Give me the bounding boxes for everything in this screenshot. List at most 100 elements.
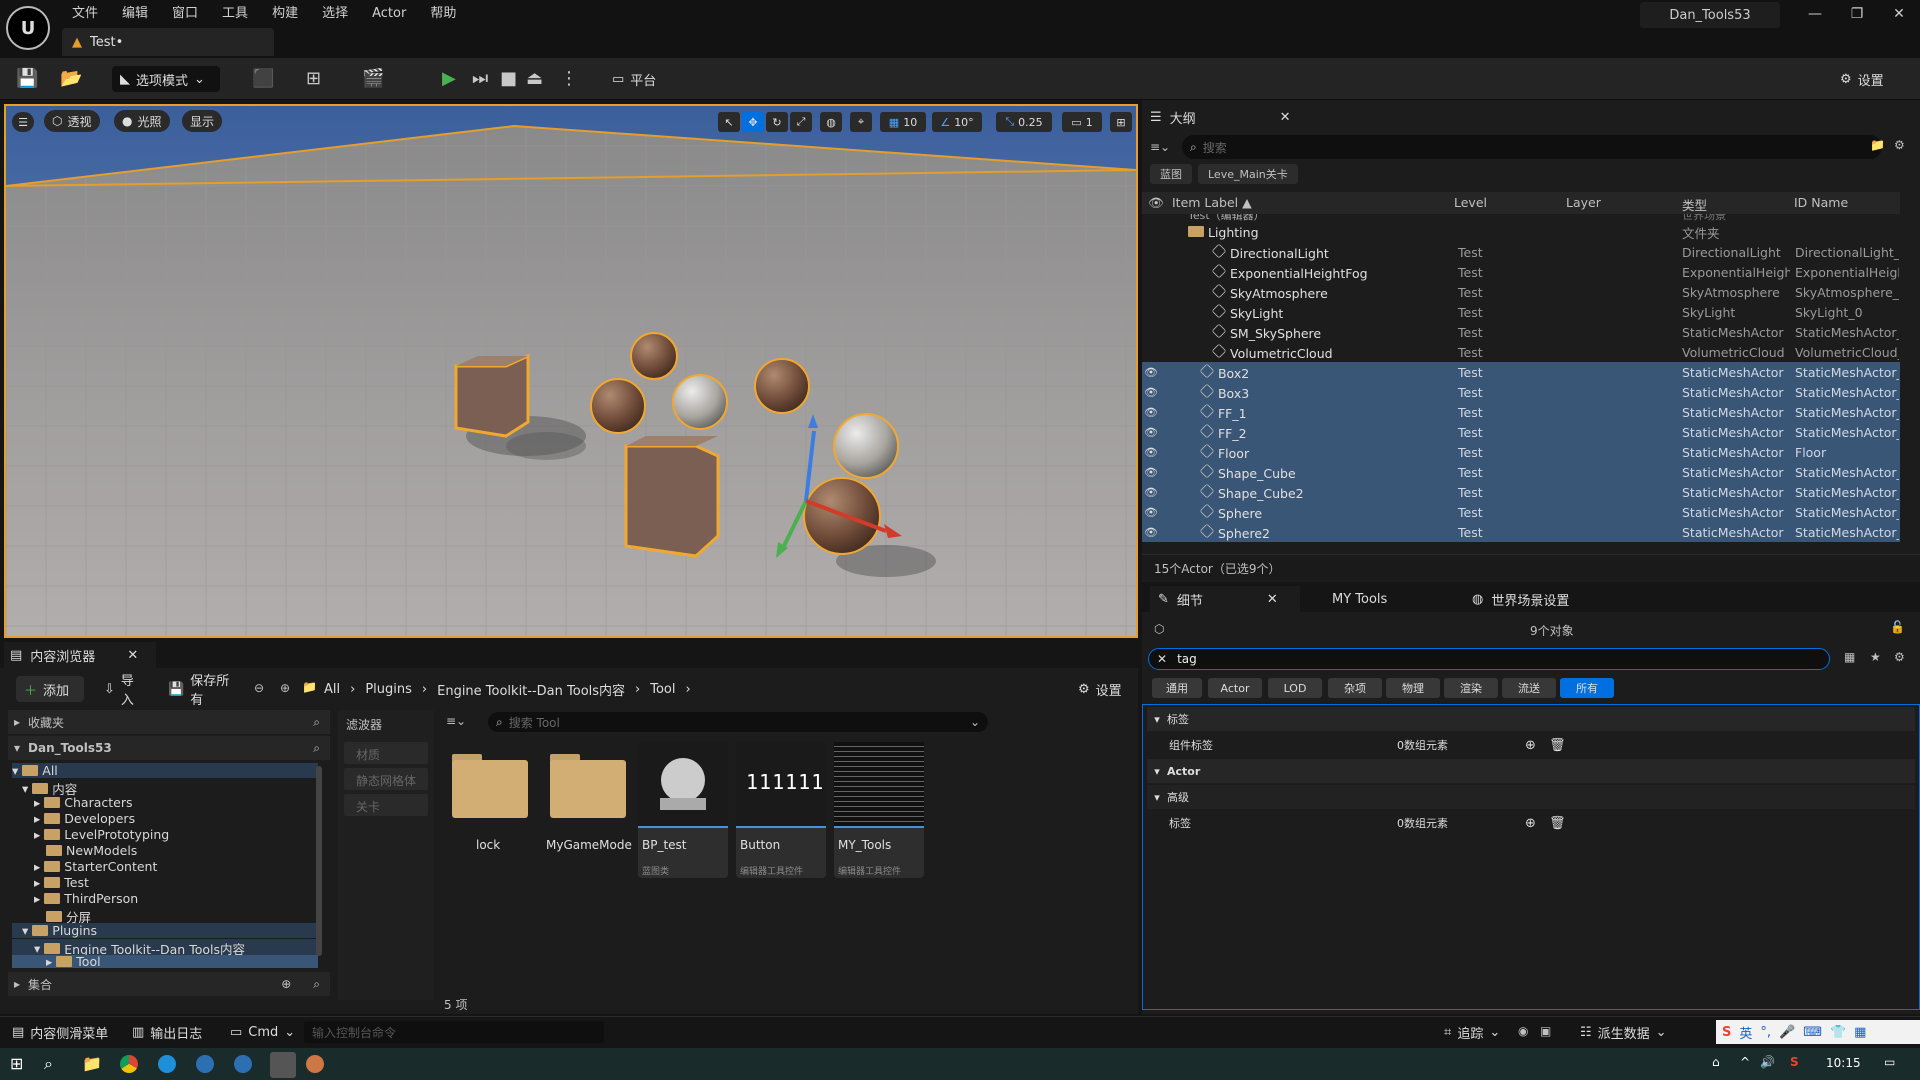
- blueprint-icon[interactable]: ⊞: [306, 68, 321, 89]
- outliner-row[interactable]: ExponentialHeightFog Test ExponentialHeigh…: [1142, 262, 1900, 282]
- content-browser-tab[interactable]: ▤ 内容浏览器 ✕: [4, 642, 156, 668]
- filter-rendering[interactable]: 渲染: [1444, 678, 1498, 698]
- filter-level[interactable]: 关卡: [344, 794, 428, 816]
- crumb-plugins[interactable]: Plugins: [365, 682, 412, 697]
- tree-developers[interactable]: ▸ Developers: [34, 811, 135, 826]
- unreal-taskbar-icon[interactable]: [270, 1052, 296, 1078]
- surface-snap-icon[interactable]: ⌖: [850, 112, 872, 132]
- tree-newmodels[interactable]: NewModels: [46, 843, 137, 858]
- details-tab[interactable]: ✎ 细节 ✕: [1150, 586, 1300, 612]
- outliner-settings-icon[interactable]: ⚙: [1894, 138, 1905, 152]
- menu-tools[interactable]: 工具: [210, 4, 260, 24]
- outliner-row[interactable]: SkyLight Test SkyLight SkyLight_0: [1142, 302, 1900, 322]
- chip-level[interactable]: Leve_Main关卡: [1198, 164, 1298, 184]
- trash-icon[interactable]: 🗑: [1549, 738, 1566, 753]
- outliner-world-row[interactable]: Test（编辑器） 世界场景: [1142, 214, 1900, 222]
- tree-all[interactable]: ▾ All: [12, 763, 318, 778]
- clear-search-icon[interactable]: ✕: [1157, 652, 1167, 666]
- menu-edit[interactable]: 编辑: [110, 4, 160, 24]
- menu-window[interactable]: 窗口: [160, 4, 210, 24]
- clock[interactable]: 10:15: [1826, 1056, 1861, 1070]
- settings-button[interactable]: ⚙ 设置: [1832, 66, 1912, 92]
- visibility-icon[interactable]: 👁: [1142, 426, 1160, 439]
- tags-section-header[interactable]: ▾ 标签: [1147, 707, 1915, 731]
- content-drawer-button[interactable]: ▤ 内容侧滑菜单: [4, 1019, 116, 1045]
- close-tab-icon[interactable]: ✕: [1280, 110, 1291, 125]
- app-icon[interactable]: [306, 1055, 324, 1073]
- platform-button[interactable]: ▭ 平台: [604, 66, 674, 92]
- add-button[interactable]: ＋ 添加: [16, 676, 84, 702]
- select-tool-icon[interactable]: ↖: [718, 112, 740, 132]
- filter-static-mesh[interactable]: 静态网格体: [344, 768, 428, 790]
- search-icon[interactable]: ⌕: [313, 715, 320, 730]
- outliner-row[interactable]: 👁 Shape_Cube2 Test StaticMeshActor StaticMe…: [1142, 482, 1900, 502]
- world-settings-tab[interactable]: ◍ 世界场景设置: [1472, 586, 1569, 612]
- menu-actor[interactable]: Actor: [360, 4, 418, 24]
- crumb-toolkit[interactable]: Engine Toolkit--Dan Tools内容: [437, 680, 625, 699]
- level-viewport[interactable]: ☰ ⬡ 透视 ● 光照 显示 ↖ ✥ ↻ ⤢ ◍ ⌖ ▦ 10 ∠ 10° ⤡ 0.25 …: [4, 104, 1138, 638]
- source-control-icon[interactable]: ▣: [1540, 1024, 1551, 1038]
- cb-settings-button[interactable]: ⚙ 设置: [1070, 676, 1132, 702]
- back-icon[interactable]: ⊖: [254, 681, 264, 695]
- add-collection-icon[interactable]: ⊕: [281, 977, 291, 991]
- add-actor-icon[interactable]: ⬛: [252, 68, 274, 89]
- crumb-all[interactable]: All: [324, 682, 340, 697]
- outliner-row[interactable]: DirectionalLight Test DirectionalLight Dire…: [1142, 242, 1900, 262]
- col-layer[interactable]: Layer: [1566, 195, 1601, 210]
- level-tab[interactable]: ▲ Test•: [62, 28, 274, 56]
- sogou-icon[interactable]: S: [1790, 1055, 1799, 1069]
- asset-my-tools[interactable]: MY_Tools 编辑器工具控件: [834, 742, 924, 878]
- favorites-header[interactable]: ▸ 收藏夹 ⌕: [8, 710, 330, 734]
- scale-tool-icon[interactable]: ⤢: [790, 112, 812, 132]
- save-icon[interactable]: 💾: [16, 68, 38, 89]
- tree-test[interactable]: ▸ Test: [34, 875, 89, 890]
- menu-help[interactable]: 帮助: [418, 4, 468, 24]
- tray-arrow-icon[interactable]: ^: [1740, 1055, 1750, 1069]
- outliner-tab[interactable]: ☰ 大纲 ✕: [1150, 104, 1291, 130]
- asset-bp-test[interactable]: BP_test 蓝图类: [638, 742, 728, 878]
- visibility-icon[interactable]: 👁: [1142, 486, 1160, 499]
- outliner-folder-row[interactable]: Lighting 文件夹: [1142, 222, 1900, 242]
- my-tools-tab[interactable]: MY Tools: [1332, 586, 1387, 612]
- viewport-menu-icon[interactable]: ☰: [12, 112, 34, 132]
- filter-streaming[interactable]: 流送: [1502, 678, 1556, 698]
- filter-icon[interactable]: ≡⌄: [446, 714, 466, 728]
- table-view-icon[interactable]: ▦: [1844, 650, 1855, 664]
- collections-header[interactable]: ▸ 集合 ⊕ ⌕: [8, 972, 330, 996]
- asset-search-input[interactable]: ⌕ 搜索 Tool ⌄: [488, 712, 988, 732]
- filter-lod[interactable]: LOD: [1268, 678, 1322, 698]
- cmd-button[interactable]: ▭ Cmd ⌄: [222, 1019, 303, 1045]
- world-space-icon[interactable]: ◍: [820, 112, 842, 132]
- notifications-icon[interactable]: ▭: [1884, 1055, 1895, 1069]
- tree-levelprototyping[interactable]: ▸ LevelPrototyping: [34, 827, 169, 842]
- favorite-icon[interactable]: ★: [1870, 650, 1881, 664]
- lighting-button[interactable]: ● 光照: [114, 110, 170, 132]
- search-icon[interactable]: ⌕: [313, 741, 320, 756]
- browse-icon[interactable]: 📂: [60, 68, 82, 89]
- col-level[interactable]: Level: [1454, 195, 1487, 210]
- move-tool-icon[interactable]: ✥: [742, 112, 764, 132]
- visibility-icon[interactable]: 👁: [1142, 526, 1160, 539]
- close-tab-icon[interactable]: ✕: [127, 648, 138, 663]
- camera-speed-button[interactable]: ▭ 1: [1062, 112, 1102, 132]
- show-button[interactable]: 显示: [182, 110, 223, 132]
- cinematics-icon[interactable]: 🎬: [362, 68, 384, 89]
- col-item-label[interactable]: Item Label ▲: [1172, 195, 1252, 210]
- angle-snap-button[interactable]: ∠ 10°: [932, 112, 982, 132]
- outliner-row[interactable]: 👁 Box2 Test StaticMeshActor StaticMeshActor…: [1142, 362, 1900, 382]
- app-icon[interactable]: [196, 1055, 214, 1073]
- filter-icon[interactable]: ≡⌄: [1150, 136, 1178, 158]
- search-icon[interactable]: ⌕: [313, 977, 320, 992]
- filter-actor[interactable]: Actor: [1208, 678, 1262, 698]
- edge-icon[interactable]: [158, 1055, 176, 1073]
- layout-icon[interactable]: ⊞: [1110, 112, 1132, 132]
- details-search-input[interactable]: ✕ tag: [1148, 648, 1830, 670]
- scale-snap-button[interactable]: ⤡ 0.25: [996, 112, 1052, 132]
- more-icon[interactable]: ⋮: [560, 68, 578, 89]
- outliner-row[interactable]: 👁 Floor Test StaticMeshActor Floor: [1142, 442, 1900, 462]
- tree-thirdperson[interactable]: ▸ ThirdPerson: [34, 891, 138, 906]
- stop-icon[interactable]: ■: [500, 68, 517, 89]
- filter-material[interactable]: 材质: [344, 742, 428, 764]
- visibility-icon[interactable]: 👁: [1142, 366, 1160, 379]
- network-icon[interactable]: ⌂: [1712, 1055, 1720, 1069]
